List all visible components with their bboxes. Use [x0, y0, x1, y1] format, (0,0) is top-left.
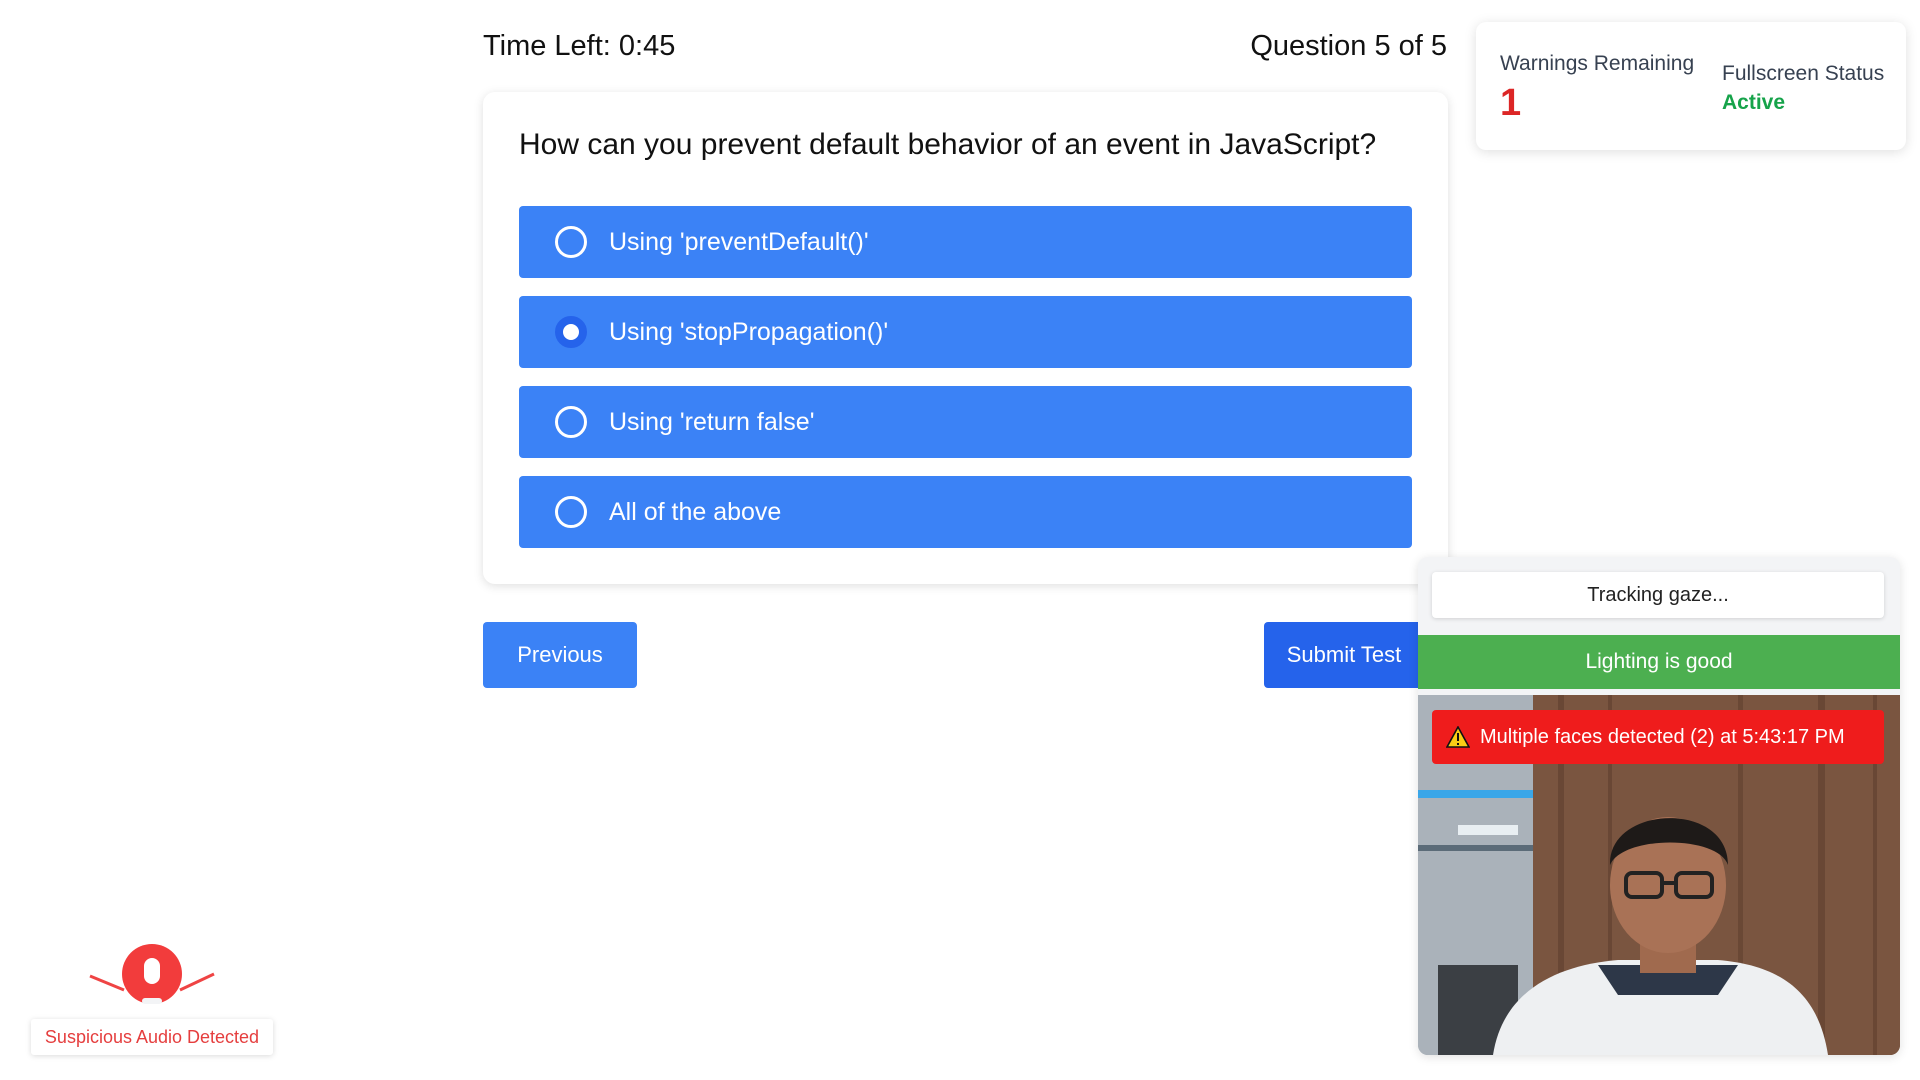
radio-checked-icon[interactable] — [555, 316, 587, 348]
option-label: Using 'preventDefault()' — [609, 227, 869, 256]
multiple-faces-alert: Multiple faces detected (2) at 5:43:17 P… — [1432, 710, 1884, 764]
previous-button[interactable]: Previous — [483, 622, 637, 688]
fullscreen-status: Active — [1722, 91, 1786, 114]
option-2[interactable]: Using 'stopPropagation()' — [519, 296, 1412, 368]
timer: Time Left: 0:45 — [483, 30, 676, 62]
warnings-count: 1 — [1500, 82, 1522, 124]
gaze-status: Tracking gaze... — [1432, 572, 1884, 618]
suspicious-audio-warning: Suspicious Audio Detected — [31, 1019, 273, 1055]
lighting-status: Lighting is good — [1418, 635, 1900, 689]
option-1[interactable]: Using 'preventDefault()' — [519, 206, 1412, 278]
warnings-label: Warnings Remaining — [1500, 52, 1695, 75]
radio-unchecked-icon[interactable] — [555, 226, 587, 258]
question-text: How can you prevent default behavior of … — [519, 128, 1377, 161]
alert-text: Multiple faces detected (2) at 5:43:17 P… — [1480, 725, 1845, 748]
option-label: Using 'return false' — [609, 407, 815, 436]
proctor-status-card: Warnings Remaining 1 Fullscreen Status A… — [1476, 22, 1906, 150]
webcam-feed: Multiple faces detected (2) at 5:43:17 P… — [1418, 695, 1900, 1055]
question-counter: Question 5 of 5 — [1250, 30, 1447, 62]
fullscreen-label: Fullscreen Status — [1722, 62, 1885, 85]
warning-icon — [1446, 726, 1470, 748]
proctor-panel: Tracking gaze... Lighting is good Multip… — [1418, 557, 1900, 1055]
option-label: All of the above — [609, 497, 782, 526]
quiz-card: How can you prevent default behavior of … — [483, 92, 1448, 584]
option-3[interactable]: Using 'return false' — [519, 386, 1412, 458]
option-label: Using 'stopPropagation()' — [609, 317, 889, 346]
microphone-icon — [88, 938, 216, 1010]
radio-unchecked-icon[interactable] — [555, 496, 587, 528]
submit-test-button[interactable]: Submit Test — [1264, 622, 1424, 688]
radio-unchecked-icon[interactable] — [555, 406, 587, 438]
option-4[interactable]: All of the above — [519, 476, 1412, 548]
